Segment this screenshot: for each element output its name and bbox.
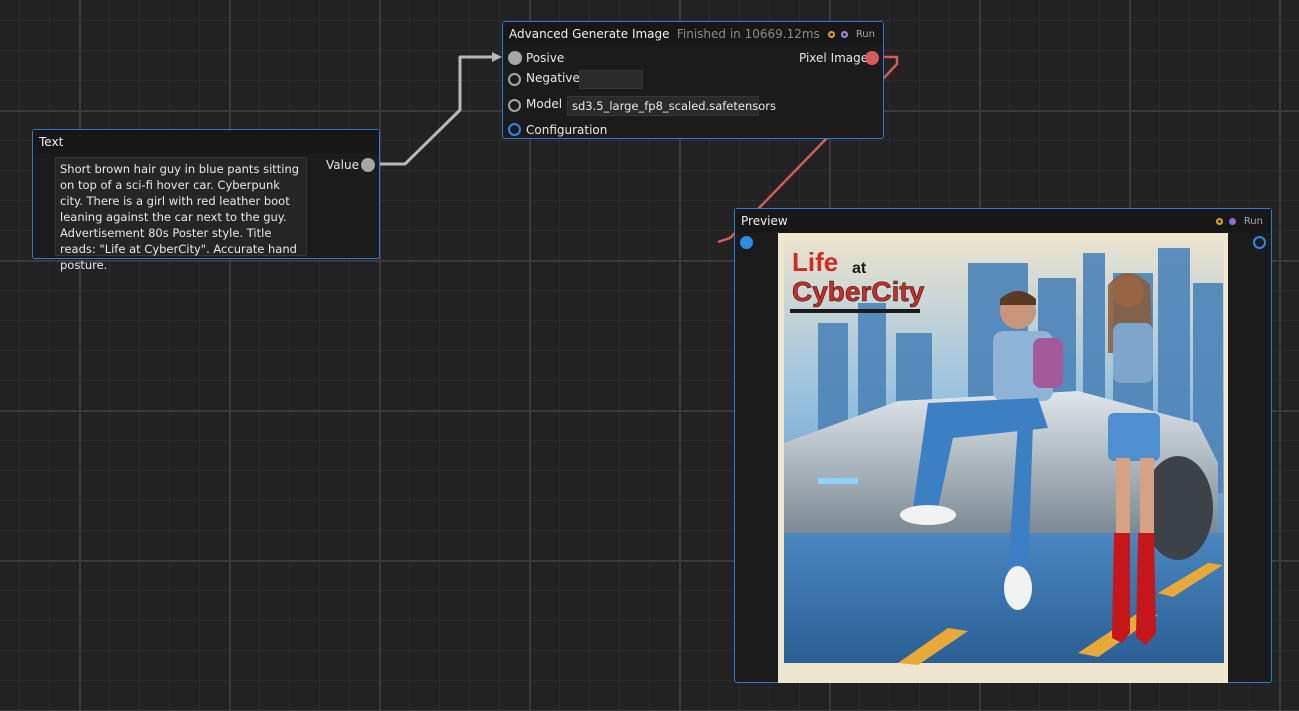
preview-run-button[interactable]: Run	[1244, 216, 1263, 227]
image-title-cybercity: CyberCity	[792, 276, 925, 307]
car-light	[818, 478, 858, 484]
negative-input-port[interactable]	[508, 73, 521, 86]
positive-input-label: Posive	[526, 51, 565, 65]
pixel-image-output-label: Pixel Image	[799, 51, 869, 65]
value-output-label: Value	[326, 158, 359, 172]
pixel-image-output-port[interactable]	[865, 51, 879, 65]
preview-status-orange-ring-icon	[1215, 217, 1223, 225]
negative-input-label: Negative	[526, 71, 580, 85]
text-node-header[interactable]: Text	[33, 130, 379, 154]
advanced-generate-image-node[interactable]: Advanced Generate Image Finished in 1066…	[502, 21, 884, 139]
model-input-port[interactable]	[508, 99, 521, 112]
generate-run-button[interactable]: Run	[856, 29, 875, 40]
wire-arrow-icon	[492, 52, 502, 62]
preview-status-purple-dot-icon	[1228, 217, 1236, 225]
preview-node-header[interactable]: Preview Run	[735, 209, 1271, 233]
generate-node-title: Advanced Generate Image	[509, 27, 670, 41]
text-prompt-textarea[interactable]: Short brown hair guy in blue pants sitti…	[55, 157, 307, 272]
configuration-input-label: Configuration	[526, 123, 608, 137]
text-node-title: Text	[39, 135, 64, 149]
preview-image[interactable]: Life at CyberCity	[778, 233, 1228, 683]
image-ground	[784, 533, 1224, 663]
model-select[interactable]: sd3.5_large_fp8_scaled.safetensors	[567, 96, 776, 116]
status-orange-ring-icon	[827, 30, 835, 38]
value-output-port[interactable]	[361, 158, 375, 172]
preview-output-port[interactable]	[1253, 236, 1266, 249]
positive-input-port[interactable]	[508, 51, 522, 65]
preview-node-title: Preview	[741, 214, 788, 228]
generate-node-header[interactable]: Advanced Generate Image Finished in 1066…	[503, 22, 883, 46]
status-purple-ring-icon	[840, 30, 848, 38]
preview-input-port[interactable]	[740, 236, 753, 249]
configuration-input-port[interactable]	[508, 123, 521, 136]
negative-input-field[interactable]	[579, 70, 643, 89]
generate-status-text: Finished in 10669.12ms	[676, 27, 820, 41]
model-input-label: Model	[526, 97, 563, 111]
preview-node[interactable]: Preview Run Life at CyberCity	[734, 208, 1272, 683]
image-title-underline	[790, 309, 920, 313]
wire-value-to-positive[interactable]	[375, 55, 498, 166]
text-node[interactable]: Text Short brown hair guy in blue pants …	[32, 129, 380, 272]
image-title-life: Life	[792, 247, 838, 277]
image-title-at: at	[852, 260, 867, 277]
